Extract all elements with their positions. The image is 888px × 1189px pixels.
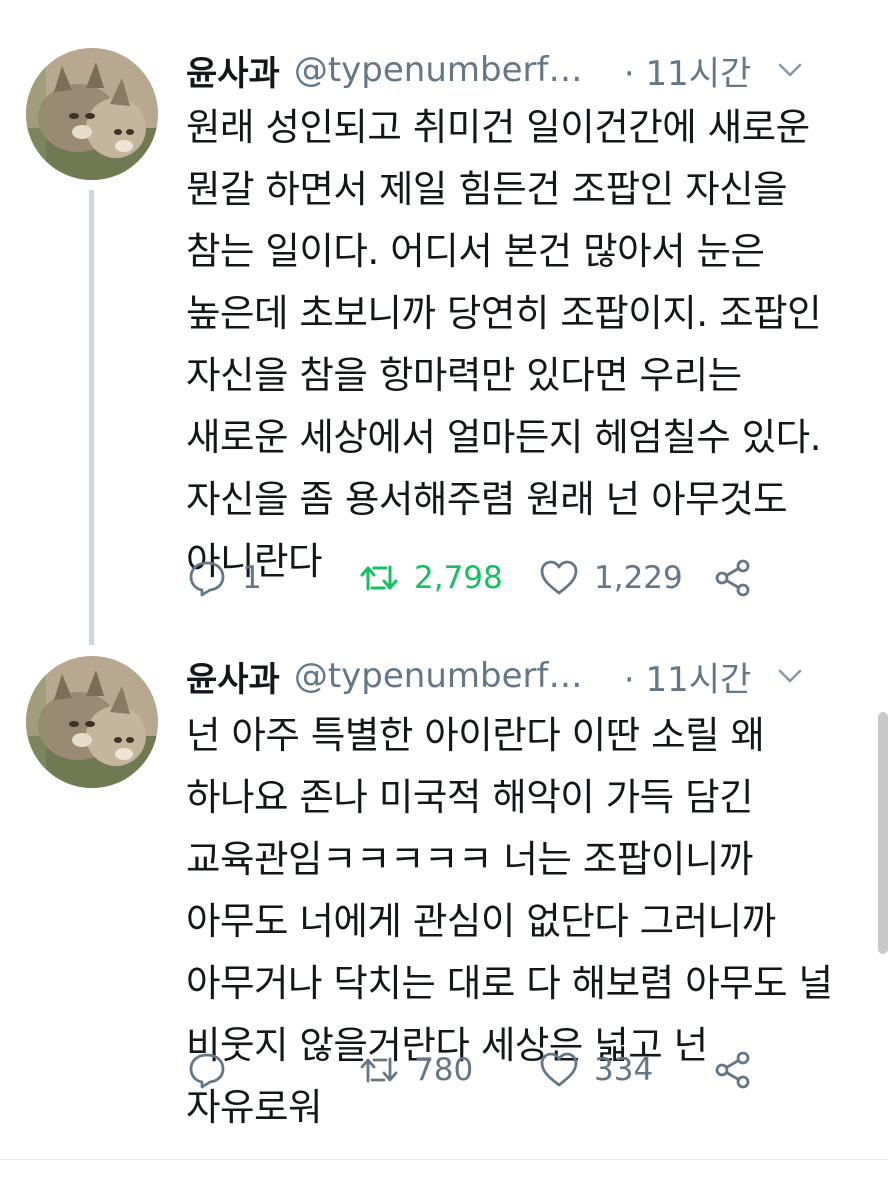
tweet-actions: 780 334 [186,1044,826,1096]
timestamp[interactable]: · 11시간 [624,652,751,701]
chevron-down-icon[interactable] [775,55,805,85]
tweet-text-line: 아무거나 닥치는 대로 다 해보렴 아무도 널 [186,961,833,1005]
like-button[interactable]: 1,229 [538,552,683,604]
tweet-text-line: 넌 아주 특별한 아이란다 이딴 소릴 왜 [186,713,765,757]
tweet-text-line: 아무도 너에게 관심이 없단다 그러니까 [186,899,776,943]
tweet-divider [0,1159,888,1160]
tweet-header: 윤사과 @typenumberf… · 11시간 [186,652,868,700]
reply-button[interactable] [186,1044,242,1096]
retweet-button[interactable]: 780 [358,1044,473,1096]
chevron-down-icon[interactable] [775,661,805,691]
tweet-text-line: 자신을 참을 항마력만 있다면 우리는 [186,353,742,397]
tweet-text-line: 참는 일이다. 어디서 본건 많아서 눈은 [186,229,765,273]
tweet-text-line: 자신을 좀 용서해주렴 원래 넌 아무것도 [186,477,788,521]
scrollbar[interactable] [878,712,888,954]
tweet[interactable]: 윤사과 @typenumberf… · 11시간 넌 아주 특별한 아이란다 이… [0,640,888,1160]
display-name[interactable]: 윤사과 [186,46,280,95]
timestamp[interactable]: · 11시간 [624,46,751,95]
retweet-button[interactable]: 2,798 [358,552,503,604]
tweet-actions: 1 2,798 1,229 [186,552,826,604]
retweet-count: 2,798 [414,560,503,596]
reply-icon [189,1053,225,1089]
user-handle[interactable]: @typenumberf… [294,50,624,90]
avatar[interactable] [26,48,158,180]
tweet-text-line: 뭔갈 하면서 제일 힘든건 조팝인 자신을 [186,167,788,211]
display-name[interactable]: 윤사과 [186,652,280,701]
avatar[interactable] [26,656,158,788]
tweet-text-line: 교육관임ㅋㅋㅋㅋㅋ 너는 조팝이니까 [186,837,753,881]
share-icon [715,1051,750,1089]
lynx-avatar-image [26,48,158,180]
retweet-icon [360,565,398,591]
like-count: 1,229 [594,560,683,596]
share-button[interactable] [712,552,768,604]
reply-count: 1 [242,560,262,596]
tweet-header: 윤사과 @typenumberf… · 11시간 [186,46,868,94]
tweet-text-line: 높은데 초보니까 당연히 조팝이지. 조팝인 [186,291,822,335]
retweet-icon [360,1057,398,1083]
share-icon [715,559,750,597]
lynx-avatar-image [26,656,158,788]
retweet-count: 780 [414,1052,474,1088]
reply-button[interactable]: 1 [186,552,262,604]
like-button[interactable]: 334 [538,1044,653,1096]
heart-icon [540,560,578,595]
tweet-text: 원래 성인되고 취미건 일이건간에 새로운 뭔갈 하면서 제일 힘든건 조팝인 … [186,96,876,592]
heart-icon [540,1052,578,1087]
tweet-text-line: 새로운 세상에서 얼마든지 헤엄칠수 있다. [186,415,822,459]
reply-icon [189,561,225,597]
tweet[interactable]: 윤사과 @typenumberf… · 11시간 원래 성인되고 취미건 일이건… [0,0,888,640]
tweet-text-line: 하나요 존나 미국적 해악이 가득 담긴 [186,775,754,819]
user-handle[interactable]: @typenumberf… [294,656,624,696]
tweet-text-line: 원래 성인되고 취미건 일이건간에 새로운 [186,105,810,149]
like-count: 334 [594,1052,654,1088]
share-button[interactable] [712,1044,768,1096]
